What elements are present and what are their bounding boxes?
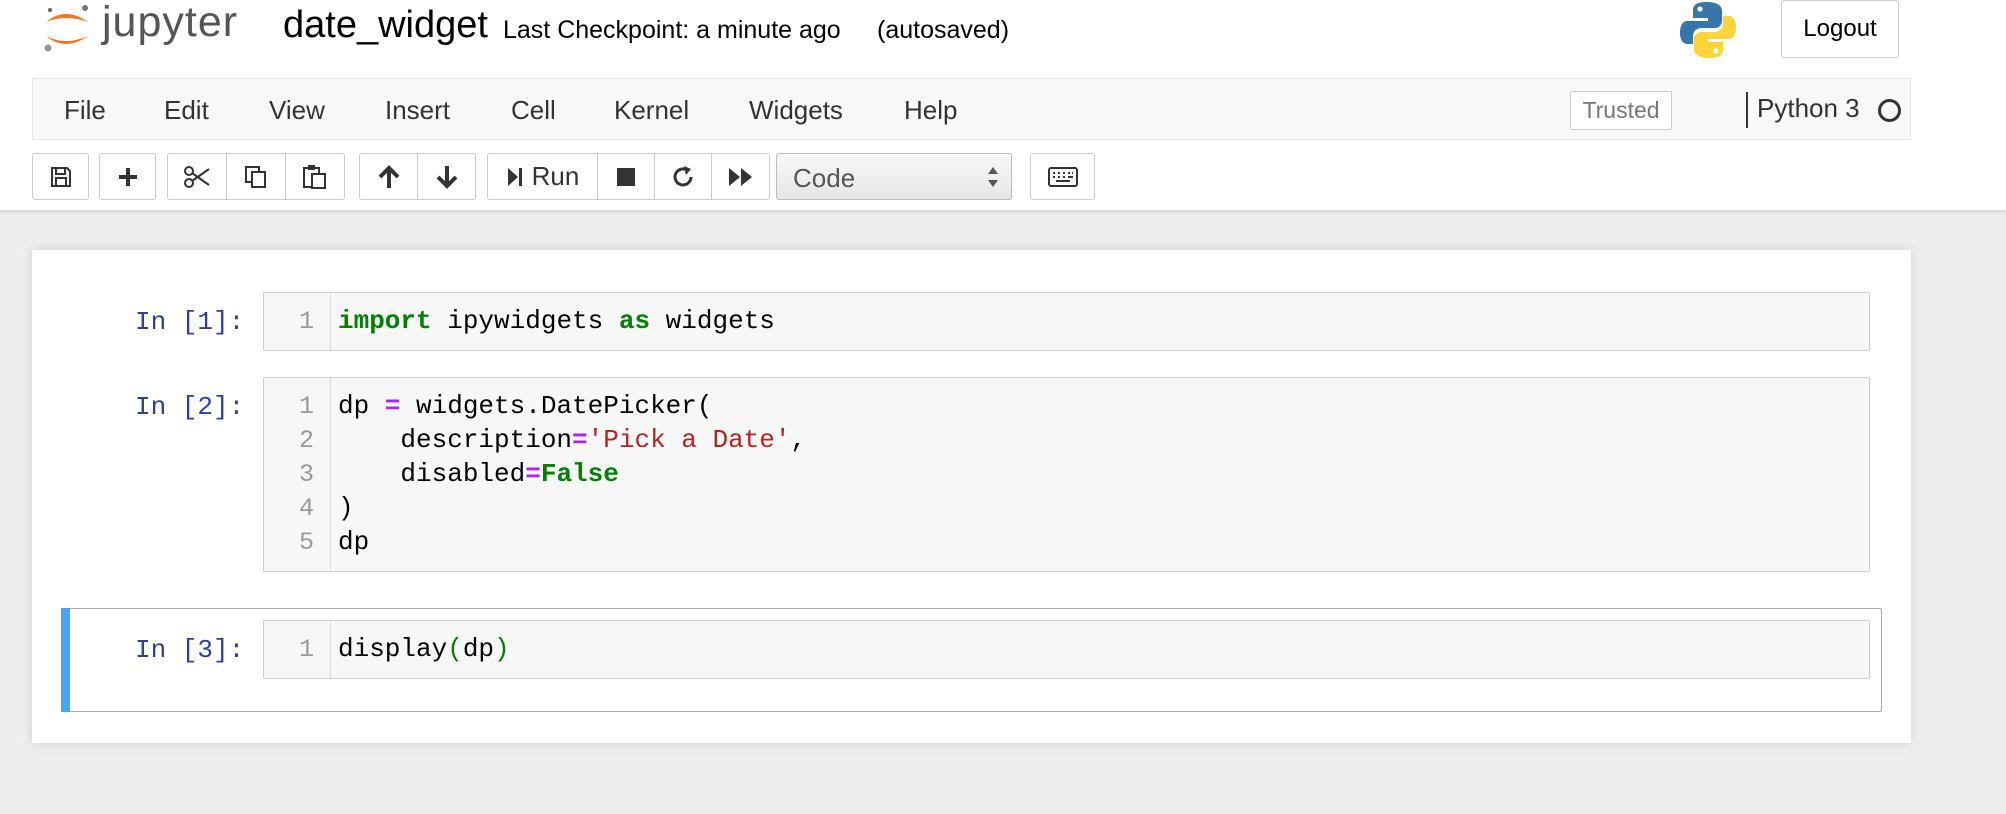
code-token: ) <box>338 493 354 523</box>
line-number: 4 <box>298 494 314 523</box>
line-number: 1 <box>298 307 314 336</box>
menu-file[interactable]: File <box>64 95 106 126</box>
code-token: disabled <box>338 459 526 489</box>
copy-button[interactable] <box>226 153 286 200</box>
code-cell-input[interactable]: 1 display(dp) <box>263 620 1870 679</box>
cut-button[interactable] <box>167 153 227 200</box>
toolbar-group-clipboard <box>167 153 345 200</box>
code-token: 'Pick a Date' <box>587 425 791 455</box>
code-line: ) <box>338 493 354 523</box>
code-token: ipywidgets <box>431 306 619 336</box>
move-up-button[interactable] <box>359 153 418 200</box>
logout-button[interactable]: Logout <box>1781 0 1899 58</box>
paste-button[interactable] <box>285 153 345 200</box>
jupyter-logo[interactable]: jupyter <box>40 0 260 60</box>
move-down-button[interactable] <box>417 153 476 200</box>
code-token: , <box>790 425 807 455</box>
code-token: = <box>572 425 588 455</box>
code-token: ) <box>494 634 510 664</box>
code-token: dp <box>462 634 495 664</box>
python-logo-icon <box>1679 0 1737 60</box>
notebook-name[interactable]: date_widget <box>283 4 488 47</box>
code-token: as <box>618 306 651 336</box>
kernel-idle-icon <box>1878 99 1901 122</box>
menu-insert[interactable]: Insert <box>385 95 450 126</box>
kernel-divider <box>1746 92 1748 128</box>
menu-cell[interactable]: Cell <box>511 95 556 126</box>
paste-icon <box>303 164 326 189</box>
trusted-indicator[interactable]: Trusted <box>1570 91 1672 130</box>
code-token: description <box>338 425 573 455</box>
toolbar-group-run: Run <box>487 153 770 200</box>
autosave-status: (autosaved) <box>877 16 1010 44</box>
menu-help[interactable]: Help <box>904 95 957 126</box>
keyboard-icon <box>1047 166 1078 187</box>
save-button[interactable] <box>32 153 89 200</box>
cell-type-select[interactable]: Code <box>776 153 1012 200</box>
interrupt-button[interactable] <box>597 153 655 200</box>
code-line: disabled=False <box>338 459 619 489</box>
code-token: ( <box>447 634 463 664</box>
arrow-down-icon <box>436 165 457 189</box>
line-number: 1 <box>298 392 314 421</box>
select-arrows-icon <box>988 167 998 187</box>
scissors-icon <box>184 165 210 188</box>
cell-prompt: In [1]: <box>135 307 245 337</box>
code-line: import ipywidgets as widgets <box>338 306 775 336</box>
code-line: dp = widgets.DatePicker( <box>338 391 712 421</box>
jupyter-logo-text: jupyter <box>102 0 239 46</box>
insert-cell-button[interactable] <box>99 153 156 200</box>
toolbar-group-keyboard <box>1030 153 1095 200</box>
copy-icon <box>245 165 266 188</box>
code-cell-input[interactable]: 1 2 3 4 5 dp = widgets.DatePicker( descr… <box>263 377 1870 572</box>
code-token: False <box>540 459 619 489</box>
step-forward-icon <box>507 167 522 186</box>
plus-icon <box>118 167 137 186</box>
restart-run-all-button[interactable] <box>711 153 770 200</box>
kernel-name: Python 3 <box>1757 93 1860 123</box>
jupyter-logo-icon <box>44 5 88 52</box>
restart-icon <box>673 165 693 186</box>
code-token: = <box>384 391 401 421</box>
code-token: display <box>338 634 448 664</box>
arrow-up-icon <box>378 164 399 188</box>
menu-edit[interactable]: Edit <box>164 95 209 126</box>
checkpoint-status: Last Checkpoint: a minute ago <box>503 16 841 44</box>
save-icon <box>50 166 71 187</box>
toolbar-group-move <box>359 153 476 200</box>
command-palette-button[interactable] <box>1030 153 1095 200</box>
code-token: dp <box>338 391 385 421</box>
line-number: 1 <box>298 635 314 664</box>
cell-prompt: In [2]: <box>135 392 245 422</box>
menu-view[interactable]: View <box>269 95 325 126</box>
cell-prompt: In [3]: <box>135 635 245 665</box>
menu-kernel[interactable]: Kernel <box>614 95 689 126</box>
code-token: widgets <box>650 306 775 336</box>
menu-widgets[interactable]: Widgets <box>749 95 843 126</box>
code-cell-input[interactable]: 1 import ipywidgets as widgets <box>263 292 1870 351</box>
stop-icon <box>617 167 635 186</box>
line-number: 5 <box>298 528 314 557</box>
restart-button[interactable] <box>654 153 712 200</box>
line-number: 2 <box>298 426 314 455</box>
code-token: = <box>525 459 541 489</box>
code-line: display(dp) <box>338 634 510 664</box>
code-token: widgets.DatePicker( <box>400 391 713 421</box>
code-line: description='Pick a Date', <box>338 425 806 455</box>
run-label: Run <box>531 161 580 191</box>
code-token: import <box>338 306 432 336</box>
fast-forward-icon <box>728 167 752 186</box>
toolbar-group-insert <box>99 153 156 200</box>
code-token: dp <box>338 527 370 557</box>
toolbar-group-save <box>32 153 89 200</box>
run-button[interactable]: Run <box>487 153 598 200</box>
code-line: dp <box>338 527 369 557</box>
selected-cell-indicator <box>61 608 70 712</box>
line-number: 3 <box>298 460 314 489</box>
cell-type-value: Code <box>793 163 856 193</box>
